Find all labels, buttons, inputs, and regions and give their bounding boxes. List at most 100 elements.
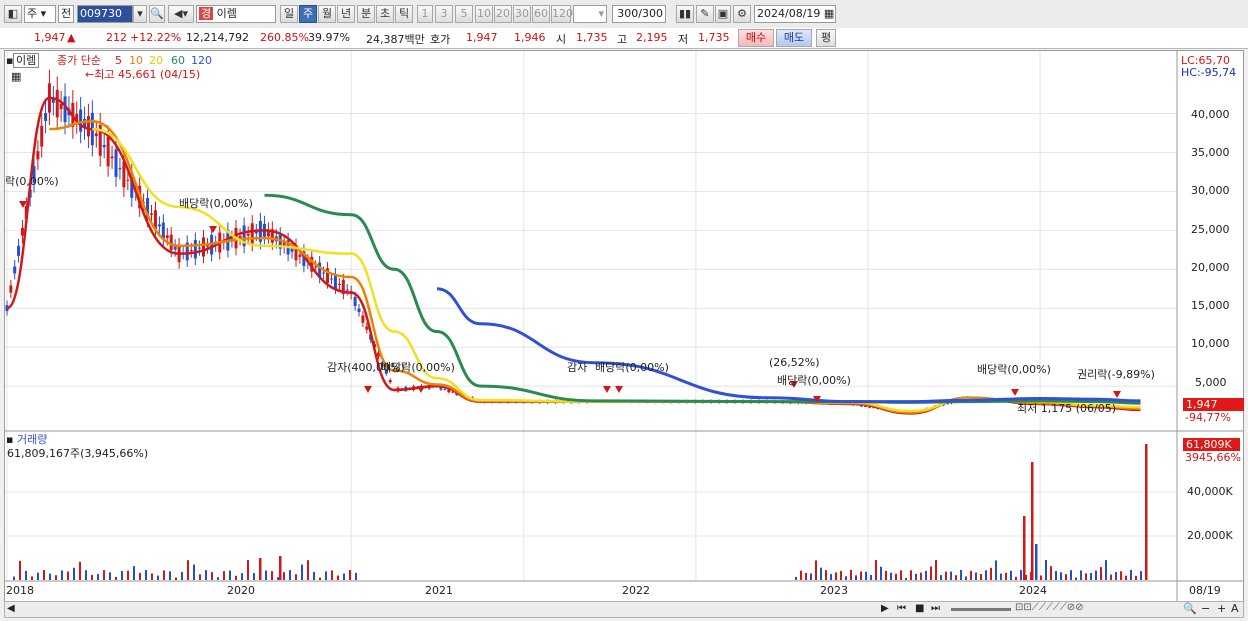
interval-month[interactable]: 월	[318, 5, 336, 23]
zoom-in-icon[interactable]: +	[1217, 602, 1226, 615]
speaker-icon[interactable]: ◀▾	[168, 5, 194, 23]
ma-120-label[interactable]: 120	[191, 54, 212, 67]
stop-icon[interactable]: ■	[915, 603, 924, 614]
num-20[interactable]: 20	[494, 5, 512, 23]
volume-bar	[301, 564, 303, 580]
volume-bar	[337, 575, 339, 580]
interval-day[interactable]: 일	[280, 5, 298, 23]
num-1[interactable]: 1	[417, 5, 433, 23]
volume-bar	[25, 570, 27, 580]
eval-button[interactable]: 평	[816, 29, 836, 47]
zoom-out-icon[interactable]: −	[1201, 602, 1210, 615]
grid-table-icon[interactable]: ▦	[11, 70, 21, 83]
volume-menu-icon[interactable]: ▪	[6, 433, 13, 446]
code-input[interactable]: 009730	[77, 5, 133, 23]
price-chart[interactable]	[5, 51, 1243, 601]
candle-body	[197, 247, 201, 249]
interval-minute[interactable]: 분	[357, 5, 375, 23]
volume-bar	[1135, 575, 1137, 580]
volume-bar	[1090, 573, 1092, 580]
event-label: (26,52%)	[769, 356, 820, 369]
x-label: 2024	[1019, 584, 1047, 597]
chart-scrollbar[interactable]: ◀ ▶ ⏮ ■ ⏭ ⊡⊡⟋⟋⟋⟋⟋⊘⊘ 🔍 − + A	[4, 601, 1244, 618]
stock-name-field[interactable]: 경 이렘	[196, 5, 276, 23]
volume-bar	[995, 560, 997, 580]
candle-body	[246, 233, 250, 236]
ma-20-label[interactable]: 20	[149, 54, 163, 67]
num-3[interactable]: 3	[435, 5, 453, 23]
search-icon[interactable]: 🔍	[149, 5, 165, 23]
volume-bar	[1120, 571, 1122, 580]
volume-bar	[121, 571, 123, 580]
event-label: 감자	[567, 361, 588, 374]
current-price-marker: 1,947	[1183, 398, 1244, 411]
y-tick: 35,000	[1191, 146, 1230, 159]
font-size-icon[interactable]: A	[1231, 602, 1239, 615]
volume-bar	[1080, 570, 1082, 580]
volume-bar	[1055, 571, 1057, 580]
event-label: 권리락(-9,89%)	[1077, 368, 1155, 381]
period-type-select[interactable]: 주 ▾	[24, 5, 56, 23]
y-tick: 40,000	[1191, 108, 1230, 121]
low-note: 최저 1,175 (06/05)	[1017, 402, 1117, 415]
num-30[interactable]: 30	[513, 5, 531, 23]
volume-bar	[835, 572, 837, 580]
window-icon[interactable]: ◧	[4, 5, 22, 23]
candle-body	[59, 103, 63, 110]
volume-bar	[241, 573, 243, 580]
scroll-left-icon[interactable]: ◀	[7, 603, 15, 614]
candle-body	[114, 149, 118, 177]
prev-button[interactable]: 전	[58, 5, 74, 23]
volume-bar	[289, 570, 291, 580]
zoom-slider[interactable]	[951, 608, 1011, 611]
volume-bar	[85, 570, 87, 580]
hoga-label: 호가	[430, 33, 451, 46]
y-tick: 15,000	[1191, 299, 1230, 312]
candle-body	[17, 245, 21, 256]
volume-bar	[1140, 571, 1142, 580]
volume-bar	[1000, 573, 1002, 580]
volume-bar	[79, 561, 81, 580]
ma-5-label[interactable]: 5	[115, 54, 122, 67]
volume-bar	[175, 577, 177, 580]
code-dropdown-icon[interactable]: ▾	[133, 5, 147, 23]
candle-body	[44, 113, 48, 122]
candle-body	[79, 109, 83, 132]
buy-button[interactable]: 매수	[738, 29, 774, 47]
low-price: 1,735	[698, 31, 730, 44]
rewind-icon[interactable]: ⏮	[897, 603, 906, 614]
volume-bar-spike	[279, 556, 282, 580]
interval-second[interactable]: 초	[376, 5, 394, 23]
draw-tools-icon[interactable]: ⊡⊡⟋⟋⟋⟋⟋⊘⊘	[1015, 602, 1084, 613]
event-arrow-icon	[1011, 389, 1019, 396]
volume-bar	[91, 574, 93, 580]
volume-bar	[1060, 572, 1062, 580]
count-field[interactable]: 300/300	[612, 5, 666, 23]
interval-week[interactable]: 주	[299, 5, 317, 23]
sell-button[interactable]: 매도	[776, 29, 812, 47]
zoom-search-icon[interactable]: 🔍	[1183, 602, 1197, 615]
num-10[interactable]: 10	[475, 5, 493, 23]
gear-icon[interactable]: ⚙	[733, 5, 751, 23]
scroll-right-icon[interactable]: ▶	[881, 603, 889, 614]
draw-tool-icon[interactable]: ✎	[696, 5, 714, 23]
custom-period-select[interactable]: ▾	[573, 5, 607, 23]
candle-type-icon[interactable]: ▮▮	[676, 5, 694, 23]
num-60[interactable]: 60	[532, 5, 550, 23]
volume-bar	[965, 576, 967, 580]
chart-panel[interactable]: ▪ 이렘 종가 단순 5 10 20 60 120 ▦ ←최고 45,661 (…	[4, 50, 1244, 602]
interval-tick[interactable]: 틱	[395, 5, 413, 23]
forward-icon[interactable]: ⏭	[931, 603, 940, 614]
date-field[interactable]: 2024/08/19 ▦	[754, 5, 836, 23]
ma-60-label[interactable]: 60	[171, 54, 185, 67]
turnover: 39.97%	[308, 31, 350, 44]
volume-ratio: 260.85%	[260, 31, 309, 44]
num-120[interactable]: 120	[551, 5, 573, 23]
ma-10-label[interactable]: 10	[129, 54, 143, 67]
save-icon[interactable]: ▣	[715, 5, 731, 23]
x-label: 2020	[227, 584, 255, 597]
volume-bar	[349, 570, 351, 580]
num-5[interactable]: 5	[455, 5, 473, 23]
volume-bar-spike	[1145, 444, 1148, 580]
interval-year[interactable]: 년	[337, 5, 355, 23]
